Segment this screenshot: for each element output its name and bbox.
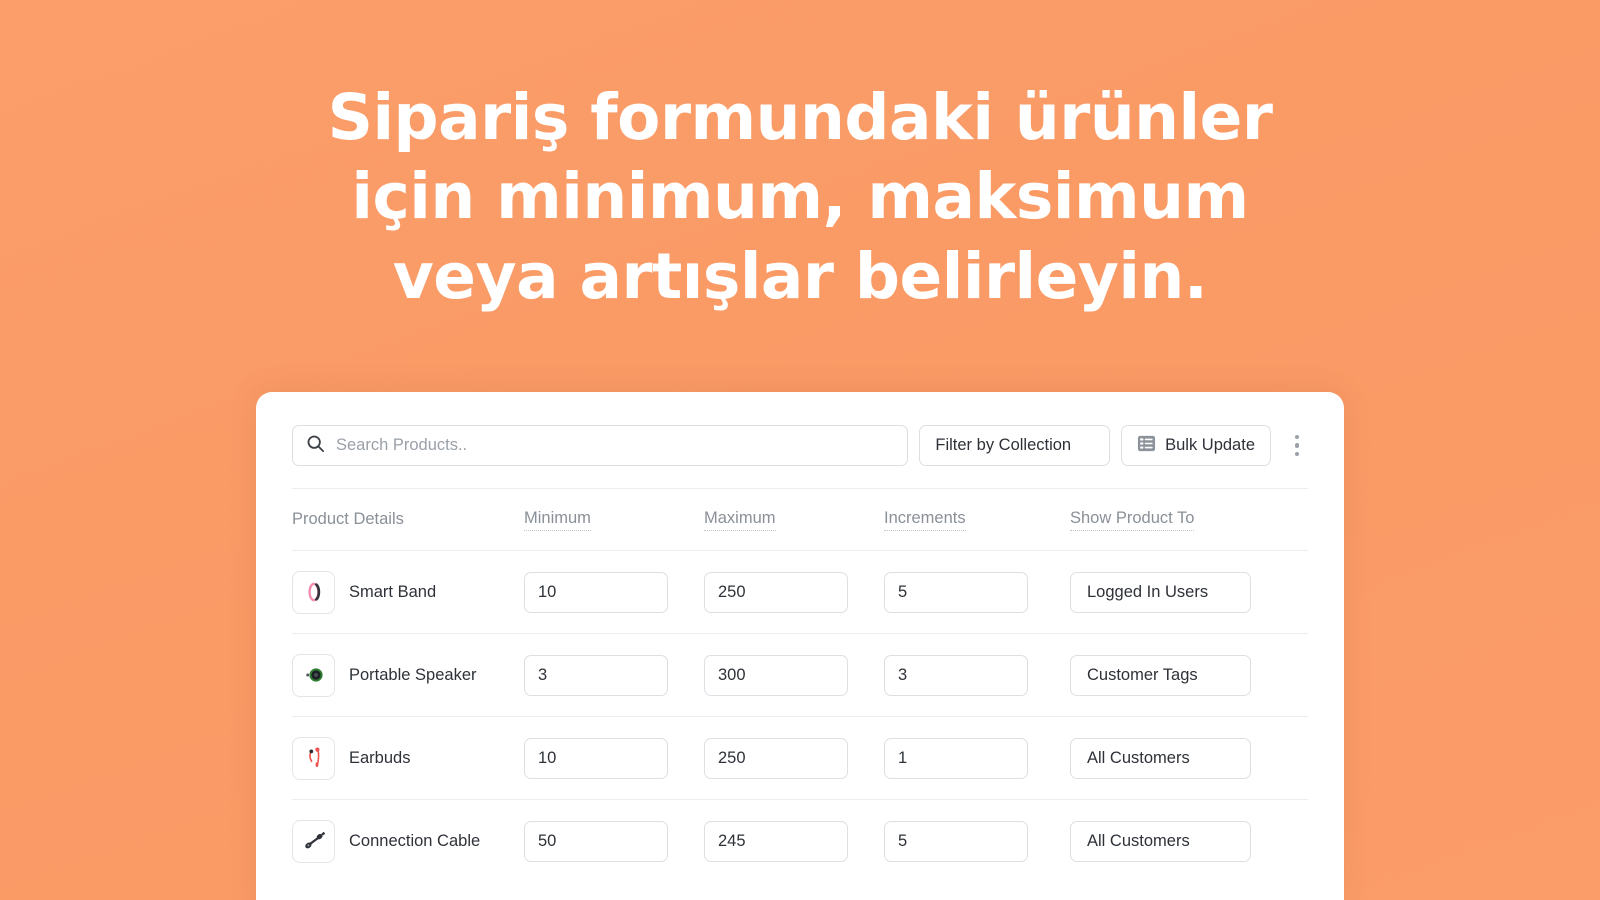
maximum-input[interactable] bbox=[704, 820, 848, 862]
table-header-row: Product Details Minimum Maximum Incremen… bbox=[292, 488, 1308, 550]
products-table: Product Details Minimum Maximum Incremen… bbox=[256, 488, 1344, 882]
table-row: Connection Cable All Customers bbox=[292, 799, 1308, 882]
filter-button-label: Filter by Collection bbox=[935, 436, 1072, 454]
kebab-menu-icon[interactable] bbox=[1284, 434, 1310, 457]
increments-input[interactable] bbox=[884, 737, 1028, 779]
product-rules-card: Filter by Collection Bulk Update bbox=[256, 392, 1344, 900]
maximum-input[interactable] bbox=[704, 737, 848, 779]
minimum-input[interactable] bbox=[524, 571, 668, 613]
search-icon bbox=[306, 434, 325, 458]
search-input-wrapper[interactable] bbox=[292, 425, 909, 466]
smart-band-thumbnail bbox=[292, 570, 335, 614]
earbuds-thumbnail bbox=[292, 736, 335, 780]
table-row: Portable Speaker Customer Tags bbox=[292, 633, 1308, 716]
show-product-to-value: Customer Tags bbox=[1087, 665, 1198, 684]
column-header-product-details: Product Details bbox=[292, 510, 404, 528]
connection-cable-thumbnail bbox=[292, 819, 335, 863]
search-input[interactable] bbox=[336, 436, 895, 455]
portable-speaker-thumbnail bbox=[292, 653, 335, 697]
show-product-to-value: All Customers bbox=[1087, 748, 1190, 767]
increments-input[interactable] bbox=[884, 820, 1028, 862]
increments-input[interactable] bbox=[884, 654, 1028, 696]
show-product-to-select[interactable]: Customer Tags bbox=[1070, 654, 1251, 696]
product-cell: Earbuds bbox=[292, 736, 524, 780]
minimum-input[interactable] bbox=[524, 820, 668, 862]
product-cell: Smart Band bbox=[292, 570, 524, 614]
show-product-to-select[interactable]: All Customers bbox=[1070, 737, 1251, 779]
product-cell: Connection Cable bbox=[292, 819, 524, 863]
filter-by-collection-button[interactable]: Filter by Collection bbox=[919, 425, 1111, 466]
column-header-increments: Increments bbox=[884, 509, 1070, 531]
show-product-to-select[interactable]: All Customers bbox=[1070, 820, 1251, 862]
minimum-input[interactable] bbox=[524, 654, 668, 696]
product-name: Smart Band bbox=[349, 582, 437, 601]
kebab-dot bbox=[1294, 443, 1300, 448]
column-header-maximum: Maximum bbox=[704, 509, 884, 531]
product-name: Connection Cable bbox=[349, 831, 481, 850]
kebab-dot bbox=[1294, 434, 1300, 440]
product-cell: Portable Speaker bbox=[292, 653, 524, 697]
product-name: Earbuds bbox=[349, 748, 411, 767]
increments-input[interactable] bbox=[884, 571, 1028, 613]
page-title: Sipariş formundaki ürünler için minimum,… bbox=[327, 81, 1273, 313]
hero-section: Sipariş formundaki ürünler için minimum,… bbox=[0, 0, 1600, 316]
show-product-to-select[interactable]: Logged In Users bbox=[1070, 571, 1251, 613]
kebab-dot bbox=[1294, 451, 1300, 457]
bulk-update-button[interactable]: Bulk Update bbox=[1121, 425, 1271, 466]
list-icon bbox=[1137, 434, 1156, 458]
minimum-input[interactable] bbox=[524, 737, 668, 779]
column-header-minimum: Minimum bbox=[524, 509, 704, 531]
show-product-to-value: All Customers bbox=[1087, 831, 1190, 850]
product-name: Portable Speaker bbox=[349, 665, 477, 684]
maximum-input[interactable] bbox=[704, 654, 848, 696]
show-product-to-value: Logged In Users bbox=[1087, 582, 1209, 601]
maximum-input[interactable] bbox=[704, 571, 848, 613]
bulk-update-label: Bulk Update bbox=[1165, 436, 1255, 454]
table-row: Earbuds All Customers bbox=[292, 716, 1308, 799]
column-header-show-product-to: Show Product To bbox=[1070, 509, 1308, 531]
table-row: Smart Band Logged In Users bbox=[292, 550, 1308, 633]
toolbar: Filter by Collection Bulk Update bbox=[256, 392, 1344, 466]
